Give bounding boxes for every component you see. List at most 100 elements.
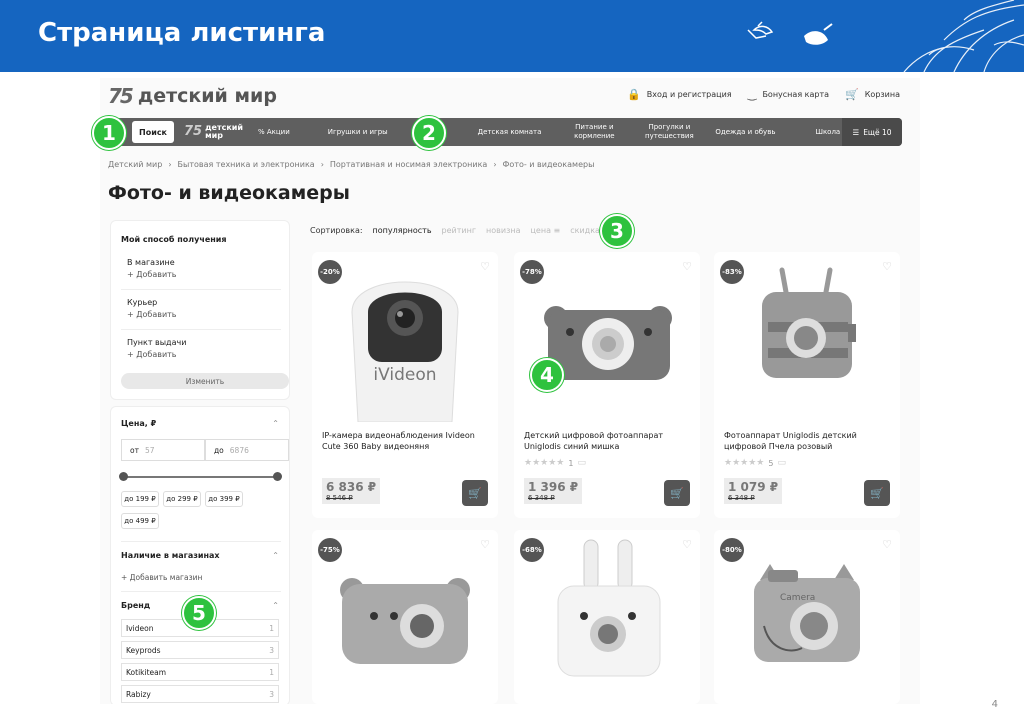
smile-icon: ‿ bbox=[747, 88, 757, 101]
nav-item-toys[interactable]: Игрушки и игры bbox=[328, 128, 388, 137]
sort-option-discount[interactable]: скидка bbox=[570, 226, 600, 235]
heart-icon[interactable]: ♡ bbox=[682, 538, 692, 551]
discount-badge: -68% bbox=[520, 538, 544, 562]
sort-option-popularity[interactable]: популярность bbox=[373, 226, 432, 235]
chevron-up-icon[interactable]: ⌃ bbox=[272, 601, 279, 610]
price-from-input[interactable]: от 57 bbox=[121, 439, 205, 461]
heart-icon[interactable]: ♡ bbox=[480, 538, 490, 551]
brand-option[interactable]: Kotikiteam 1 bbox=[121, 663, 279, 681]
add-store-link[interactable]: + Добавить магазин bbox=[121, 573, 202, 582]
product-card[interactable]: -68% ♡ bbox=[514, 530, 700, 704]
slide-title: Страница листинга bbox=[38, 18, 326, 48]
nav-item-food[interactable]: Питание и кормление bbox=[569, 123, 619, 141]
percent-icon: % bbox=[258, 127, 265, 136]
product-name[interactable]: Детский цифровой фотоаппарат Uniglodis с… bbox=[524, 430, 692, 452]
slide-header: Страница листинга bbox=[0, 0, 1024, 72]
brand-option[interactable]: Rabizy 3 bbox=[121, 685, 279, 703]
product-card[interactable]: -83% ♡ Фотоаппарат Uniglodis детский циф… bbox=[714, 252, 900, 518]
add-pickup-button[interactable]: + Добавить bbox=[127, 349, 186, 361]
annotation-marker: 4 bbox=[530, 358, 564, 392]
sort-label: Сортировка: bbox=[310, 226, 363, 235]
price-chip[interactable]: до 299 ₽ bbox=[163, 491, 201, 507]
sort-option-price[interactable]: цена ≡ bbox=[530, 226, 560, 235]
sort-option-rating[interactable]: рейтинг bbox=[442, 226, 477, 235]
camera-brand-label: iVideon bbox=[373, 365, 436, 385]
bonus-card-link[interactable]: ‿ Бонусная карта bbox=[748, 88, 829, 101]
add-courier-button[interactable]: + Добавить bbox=[127, 309, 177, 321]
breadcrumb-item[interactable]: Портативная и носимая электроника bbox=[330, 160, 487, 169]
product-price: 1 079 ₽ bbox=[728, 480, 779, 494]
price-box: 6 836 ₽ 8 546 ₽ bbox=[322, 478, 381, 504]
stars-icon: ★★★★★ bbox=[524, 458, 565, 468]
rating: ★★★★★ 1 ▭ bbox=[524, 458, 586, 468]
discount-badge: -80% bbox=[720, 538, 744, 562]
cart-icon: 🛒 bbox=[870, 486, 884, 500]
product-card[interactable]: Camera -80% ♡ bbox=[714, 530, 900, 704]
cart-link[interactable]: 🛒 Корзина bbox=[845, 88, 900, 101]
delivery-option-store: В магазине + Добавить bbox=[127, 258, 177, 281]
price-chip[interactable]: до 399 ₽ bbox=[205, 491, 243, 507]
breadcrumb-item[interactable]: Детский мир bbox=[108, 160, 162, 169]
add-to-cart-button[interactable]: 🛒 bbox=[462, 480, 488, 506]
nav-item-walks[interactable]: Прогулки и путешествия bbox=[641, 123, 697, 141]
add-to-cart-button[interactable]: 🛒 bbox=[664, 480, 690, 506]
sort-option-new[interactable]: новизна bbox=[486, 226, 520, 235]
price-filter-title: Цена, ₽ bbox=[121, 419, 157, 428]
product-card[interactable]: iVideon -20% ♡ IP-камера видеонаблюдения… bbox=[312, 252, 498, 518]
price-chip[interactable]: до 199 ₽ bbox=[121, 491, 159, 507]
product-name[interactable]: IP-камера видеонаблюдения Ivideon Cute 3… bbox=[322, 430, 490, 452]
add-store-button[interactable]: + Добавить bbox=[127, 269, 177, 281]
discount-badge: -20% bbox=[318, 260, 342, 284]
breadcrumb: Детский мир › Бытовая техника и электрони… bbox=[108, 160, 595, 169]
cart-icon: 🛒 bbox=[670, 486, 684, 500]
annotation-marker: 2 bbox=[412, 116, 446, 150]
nav-item-kids-room[interactable]: Детская комната bbox=[478, 128, 542, 137]
brand-option[interactable]: Keyprods 3 bbox=[121, 641, 279, 659]
add-to-cart-button[interactable]: 🛒 bbox=[864, 480, 890, 506]
chevron-up-icon[interactable]: ⌃ bbox=[272, 419, 279, 428]
product-old-price: 8 546 ₽ bbox=[326, 494, 353, 502]
annotation-marker: 1 bbox=[92, 116, 126, 150]
nav-item-school[interactable]: Школа bbox=[815, 128, 840, 137]
nav-search-button[interactable]: Поиск bbox=[132, 121, 174, 143]
nav-item-clothes[interactable]: Одежда и обувь bbox=[715, 128, 775, 137]
heart-icon[interactable]: ♡ bbox=[682, 260, 692, 273]
price-box: 1 079 ₽ 6 348 ₽ bbox=[724, 478, 783, 504]
brand-filter-title: Бренд bbox=[121, 601, 151, 610]
comment-icon: ▭ bbox=[577, 458, 586, 468]
nav-item-promotions[interactable]: % Акции bbox=[258, 128, 290, 137]
price-slider-max-handle[interactable] bbox=[273, 472, 282, 481]
availability-filter-title: Наличие в магазинах bbox=[121, 551, 220, 560]
delivery-method-panel: Мой способ получения В магазине + Добавит… bbox=[110, 220, 290, 400]
price-slider-min-handle[interactable] bbox=[119, 472, 128, 481]
sort-direction-icon: ≡ bbox=[553, 226, 561, 235]
rating: ★★★★★ 5 ▭ bbox=[724, 458, 786, 468]
price-to-input[interactable]: до 6876 bbox=[205, 439, 289, 461]
site-logo[interactable]: 75 детский мир bbox=[108, 84, 277, 108]
cart-icon: 🛒 bbox=[845, 88, 859, 101]
heart-icon[interactable]: ♡ bbox=[882, 260, 892, 273]
nav-logo[interactable]: 75 детский мир bbox=[184, 124, 244, 140]
delivery-title: Мой способ получения bbox=[121, 235, 227, 244]
login-link[interactable]: 🔒 Вход и регистрация bbox=[627, 88, 732, 101]
heart-icon[interactable]: ♡ bbox=[882, 538, 892, 551]
lock-icon: 🔒 bbox=[627, 88, 641, 101]
delivery-option-courier: Курьер + Добавить bbox=[127, 298, 177, 321]
breadcrumb-item: Фото- и видеокамеры bbox=[502, 160, 595, 169]
product-old-price: 6 348 ₽ bbox=[528, 494, 555, 502]
heart-icon[interactable]: ♡ bbox=[480, 260, 490, 273]
top-links: 🔒 Вход и регистрация ‿ Бонусная карта 🛒 Кор… bbox=[627, 88, 900, 101]
nav-more-button[interactable]: ☰ Ещё 10 bbox=[842, 118, 902, 146]
annotation-marker: 5 bbox=[182, 596, 216, 630]
product-name[interactable]: Фотоаппарат Uniglodis детский цифровой П… bbox=[724, 430, 892, 452]
breadcrumb-item[interactable]: Бытовая техника и электроника bbox=[178, 160, 315, 169]
product-old-price: 6 348 ₽ bbox=[728, 494, 755, 502]
chevron-up-icon[interactable]: ⌃ bbox=[272, 551, 279, 560]
site-screenshot: 75 детский мир 🔒 Вход и регистрация ‿ Бону… bbox=[100, 78, 920, 704]
price-chip[interactable]: до 499 ₽ bbox=[121, 513, 159, 529]
price-box: 1 396 ₽ 6 348 ₽ bbox=[524, 478, 583, 504]
price-slider-track[interactable] bbox=[123, 476, 277, 478]
annotation-marker: 3 bbox=[600, 214, 634, 248]
change-button[interactable]: Изменить bbox=[121, 373, 289, 389]
product-card[interactable]: -75% ♡ bbox=[312, 530, 498, 704]
